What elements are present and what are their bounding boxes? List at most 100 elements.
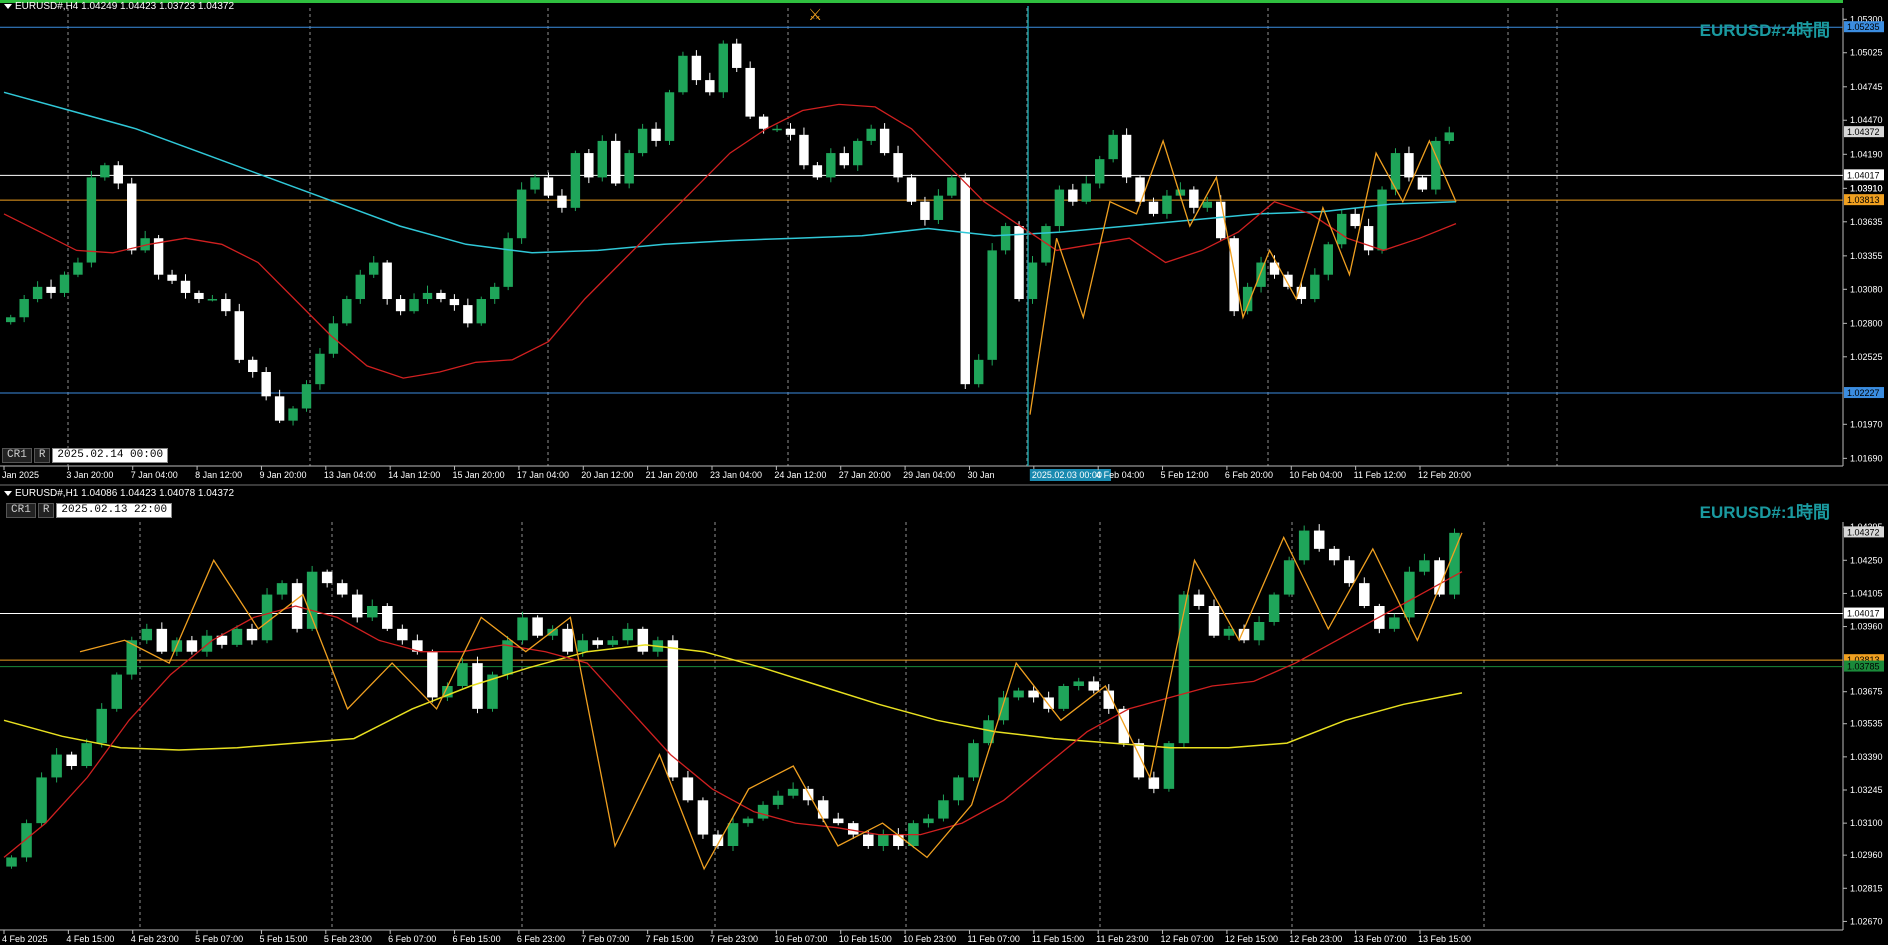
h4-crosshair-readout: CR1 R 2025.02.14 00:00 <box>2 448 170 463</box>
candle-body <box>81 743 92 766</box>
candle-body <box>742 818 754 824</box>
candle-body <box>543 177 554 196</box>
candle-body <box>847 823 859 835</box>
level-price-label: 1.03785 <box>1847 662 1880 672</box>
candle-body <box>953 777 964 801</box>
x-tick-label: 7 Jan 04:00 <box>131 470 178 480</box>
y-tick-label: 1.03390 <box>1850 752 1883 762</box>
h4-chart-panel[interactable]: 1.05300 1.05025 1.04745 1.04470 1.04190 1.039… <box>0 0 1888 486</box>
candle-body <box>248 359 258 372</box>
candle-body <box>637 128 648 154</box>
candle-body <box>73 262 83 275</box>
candle-body <box>637 628 649 652</box>
h1-chart-panel[interactable]: 1.043951.042501.041051.039601.036751.035… <box>0 486 1888 945</box>
x-tick-label: Jan 2025 <box>2 470 39 480</box>
candle-body <box>1256 262 1266 287</box>
candle-body <box>974 359 984 385</box>
candle-body <box>863 834 874 846</box>
candle-body <box>86 177 97 263</box>
candle-body <box>234 311 244 360</box>
candle-body <box>1390 153 1401 190</box>
candle-body <box>395 299 406 312</box>
candle-body <box>906 177 917 202</box>
y-tick-label: 1.02525 <box>1850 352 1883 362</box>
candle-body <box>1081 183 1091 202</box>
candle-body <box>472 663 483 709</box>
x-tick-label: 6 Feb 23:00 <box>517 934 565 944</box>
candle-body <box>584 153 594 178</box>
x-tick-label: 9 Jan 20:00 <box>259 470 306 480</box>
candle-body <box>274 396 285 421</box>
moving-average-cyan <box>3 91 1457 254</box>
candle-body <box>1000 226 1011 251</box>
h4-crosshair-datetime: 2025.02.14 00:00 <box>52 448 169 463</box>
collapse-triangle-icon[interactable] <box>4 3 12 9</box>
candle-body <box>1404 153 1414 178</box>
h1-crosshair-readout: CR1 R 2025.02.13 22:00 <box>6 503 174 518</box>
level-price-label: 1.04017 <box>1847 170 1880 180</box>
candle-body <box>288 408 298 421</box>
candle-body <box>59 274 70 293</box>
x-tick-label: 14 Jan 12:00 <box>388 470 440 480</box>
candle-body <box>1208 606 1220 636</box>
candle-body <box>557 195 567 208</box>
candle-body <box>1148 201 1159 214</box>
h1-chart-svg[interactable]: 1.043951.042501.041051.039601.036751.035… <box>0 486 1888 945</box>
candle-body <box>21 823 32 858</box>
candle-body <box>1344 560 1355 584</box>
x-tick-label: 10 Feb 07:00 <box>774 934 827 944</box>
candle-body <box>1121 134 1132 178</box>
last-price-label: 1.04372 <box>1847 527 1880 537</box>
y-tick-label: 1.04250 <box>1850 555 1883 565</box>
candle-body <box>607 640 619 645</box>
x-tick-label: 12 Feb 15:00 <box>1225 934 1278 944</box>
candle-body <box>893 834 904 846</box>
y-tick-label: 1.02815 <box>1850 883 1883 893</box>
candle-body <box>1135 177 1145 202</box>
candle-body <box>306 571 318 629</box>
candle-body <box>1163 743 1175 789</box>
h4-chart-svg[interactable]: 1.053001.050251.047451.044701.041901.039… <box>0 0 1888 484</box>
candle-body <box>1444 132 1454 141</box>
x-tick-label: 10 Feb 15:00 <box>839 934 892 944</box>
candle-body <box>517 617 528 641</box>
h4-ohlc-text: EURUSD#,H4 1.04249 1.04423 1.03723 1.043… <box>15 1 235 12</box>
candle-body <box>592 640 603 645</box>
x-tick-label: 6 Feb 20:00 <box>1225 470 1273 480</box>
candle-body <box>1189 189 1199 208</box>
level-price-label: 1.05235 <box>1847 22 1880 32</box>
candle-body <box>201 635 213 652</box>
candle-body <box>1088 681 1100 691</box>
candle-body <box>577 640 588 652</box>
candle-body <box>1328 548 1340 561</box>
candle-body <box>1058 686 1069 709</box>
candle-body <box>261 594 273 641</box>
x-tick-label: 3 Jan 20:00 <box>66 470 113 480</box>
x-tick-label: 24 Jan 12:00 <box>774 470 826 480</box>
candle-body <box>449 299 460 306</box>
x-tick-label: 5 Feb 07:00 <box>195 934 243 944</box>
candle-body <box>893 153 903 178</box>
collapse-triangle-icon[interactable] <box>4 490 12 496</box>
candle-body <box>832 818 844 824</box>
candle-body <box>597 140 607 178</box>
candle-body <box>691 55 702 81</box>
candle-body <box>180 280 191 293</box>
candle-body <box>772 795 784 805</box>
candle-body <box>1027 262 1038 300</box>
candle-body <box>127 183 137 251</box>
candle-body <box>436 292 446 300</box>
x-tick-label: 11 Feb 23:00 <box>1096 934 1148 944</box>
candle-body <box>1350 213 1360 227</box>
candle-body <box>409 299 419 312</box>
candle-body <box>705 80 715 93</box>
candle-body <box>785 128 796 135</box>
candle-body <box>758 116 769 129</box>
x-tick-label: 23 Jan 04:00 <box>710 470 762 480</box>
candle-body <box>938 800 949 819</box>
candle-body <box>382 262 392 300</box>
x-tick-label: 17 Jan 04:00 <box>517 470 569 480</box>
candle-body <box>651 128 661 141</box>
candle-body <box>772 128 782 131</box>
x-tick-label: 7 Feb 23:00 <box>710 934 758 944</box>
